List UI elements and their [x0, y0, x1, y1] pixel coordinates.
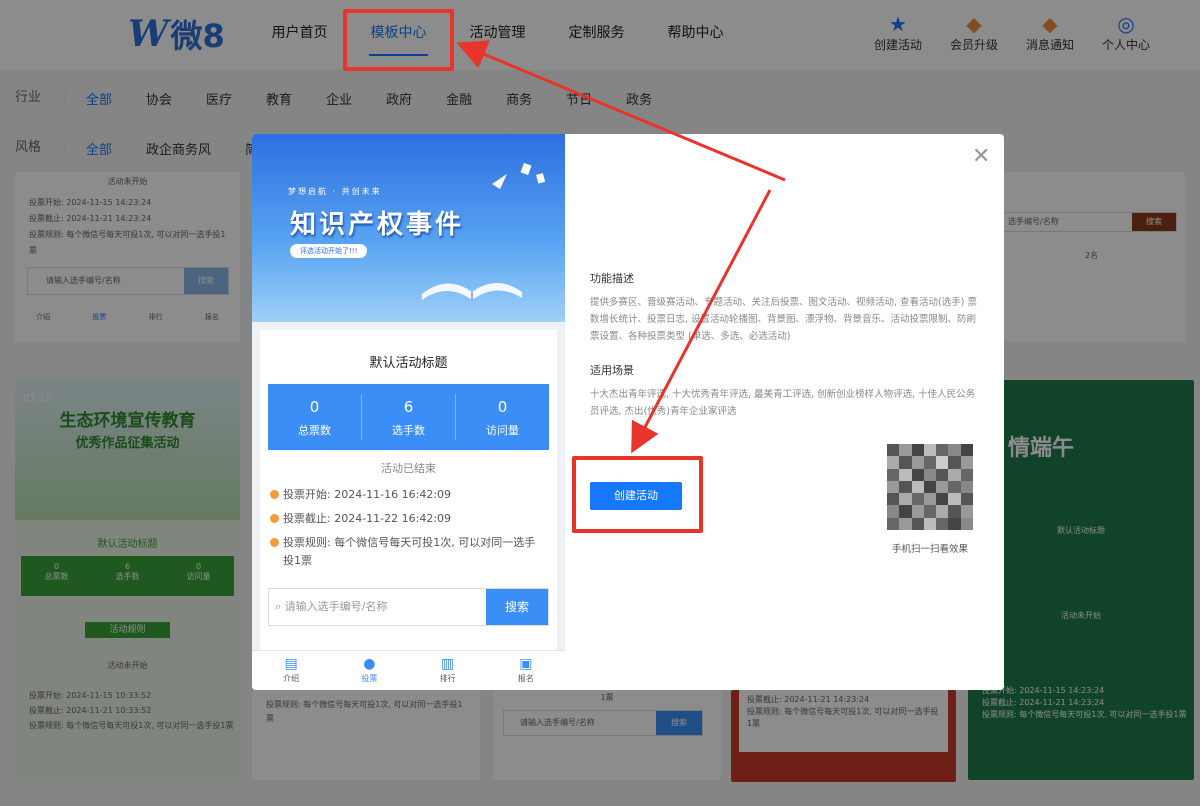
arrow-to-create — [631, 189, 772, 454]
arrow-to-templates — [456, 40, 786, 182]
annotation-arrows — [456, 40, 786, 454]
